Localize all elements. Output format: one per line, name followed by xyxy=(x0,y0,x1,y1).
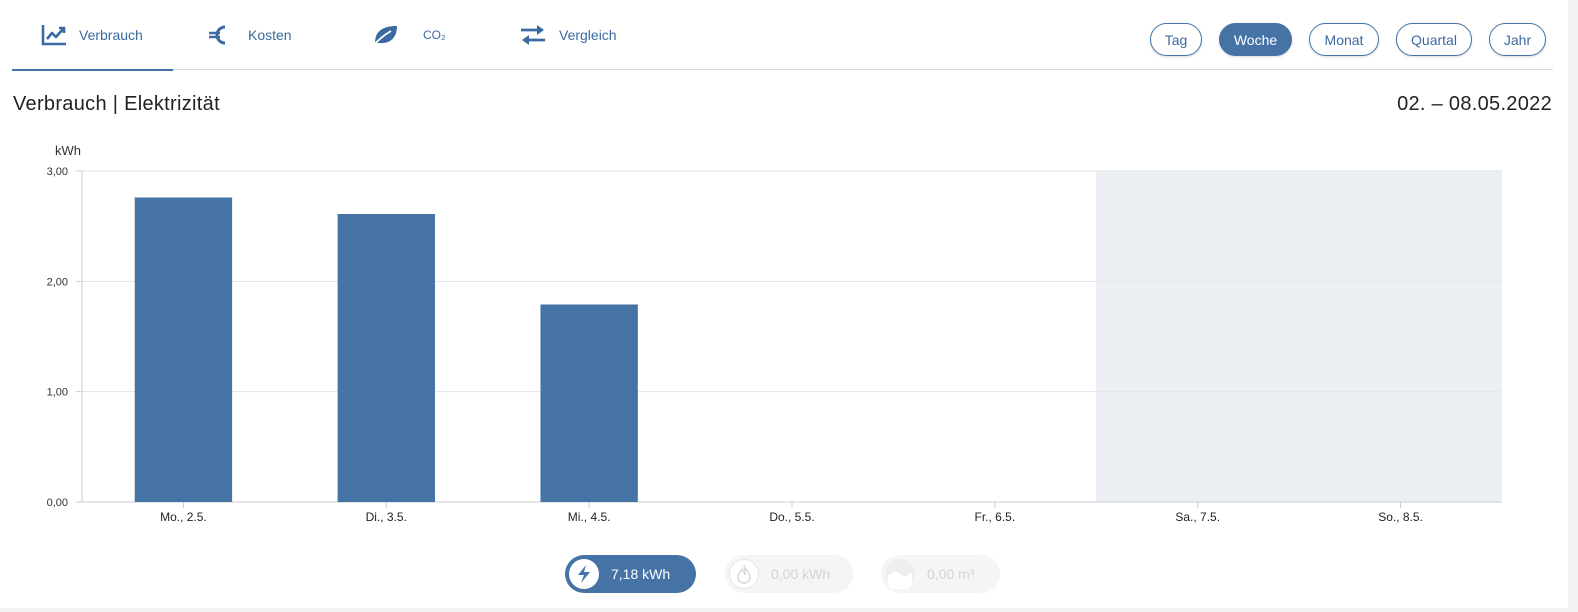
weekend-shade xyxy=(1299,171,1502,502)
swap-arrows-icon xyxy=(519,24,547,46)
x-tick-label: Sa., 7.5. xyxy=(1175,510,1220,524)
x-tick-label: Do., 5.5. xyxy=(769,510,814,524)
water-wave-icon xyxy=(885,559,915,589)
page-title: Verbrauch | Elektrizität xyxy=(13,93,220,115)
consumption-card: Verbrauch Kosten CO₂ Vergleich Tag Woche… xyxy=(0,0,1568,608)
flame-icon xyxy=(729,559,759,589)
consumption-bar-chart: 0,00 1,00 2,00 3,00 kWh Mo., 2.5. Di., 3.5. Mi.… xyxy=(47,143,1502,524)
x-tick-label: Di., 3.5. xyxy=(366,510,407,524)
bar xyxy=(134,197,233,503)
trend-chart-icon xyxy=(41,24,67,46)
date-range: 02. – 08.05.2022 xyxy=(1397,93,1552,115)
bar xyxy=(540,304,638,502)
tab-kosten[interactable]: Kosten xyxy=(208,0,328,70)
period-tag-button[interactable]: Tag xyxy=(1150,23,1202,56)
tab-co2[interactable]: CO₂ xyxy=(371,0,491,70)
tab-label: Vergleich xyxy=(559,27,617,43)
tab-verbrauch[interactable]: Verbrauch xyxy=(12,0,173,71)
water-total: 0,00 m³ xyxy=(927,566,975,582)
period-woche-button[interactable]: Woche xyxy=(1219,23,1292,56)
electricity-summary-pill[interactable]: 7,18 kWh xyxy=(565,555,696,593)
y-tick-label: 0,00 xyxy=(47,497,68,509)
x-tick-label: Fr., 6.5. xyxy=(975,510,1016,524)
gas-summary-pill[interactable]: 0,00 kWh xyxy=(725,555,853,593)
y-tick-label: 3,00 xyxy=(47,166,68,178)
tab-label: Verbrauch xyxy=(79,27,143,43)
period-monat-button[interactable]: Monat xyxy=(1309,23,1379,56)
x-tick-label: Mo., 2.5. xyxy=(160,510,207,524)
lightning-icon xyxy=(569,559,599,589)
euro-icon xyxy=(208,23,228,47)
bar xyxy=(337,214,435,502)
y-tick-label: 2,00 xyxy=(47,276,68,288)
tab-label: CO₂ xyxy=(423,28,446,42)
y-axis-label: kWh xyxy=(55,143,81,158)
electricity-total: 7,18 kWh xyxy=(611,566,671,582)
period-jahr-button[interactable]: Jahr xyxy=(1489,23,1546,56)
tab-label: Kosten xyxy=(248,27,292,43)
x-tick-label: Mi., 4.5. xyxy=(568,510,611,524)
period-quartal-button[interactable]: Quartal xyxy=(1396,23,1472,56)
y-tick-label: 1,00 xyxy=(47,387,68,399)
water-summary-pill[interactable]: 0,00 m³ xyxy=(881,555,1000,593)
leaf-icon xyxy=(371,23,399,47)
tab-vergleich[interactable]: Vergleich xyxy=(519,0,659,70)
weekend-shade xyxy=(1096,171,1300,502)
gas-total: 0,00 kWh xyxy=(771,566,831,582)
x-tick-label: So., 8.5. xyxy=(1378,510,1423,524)
